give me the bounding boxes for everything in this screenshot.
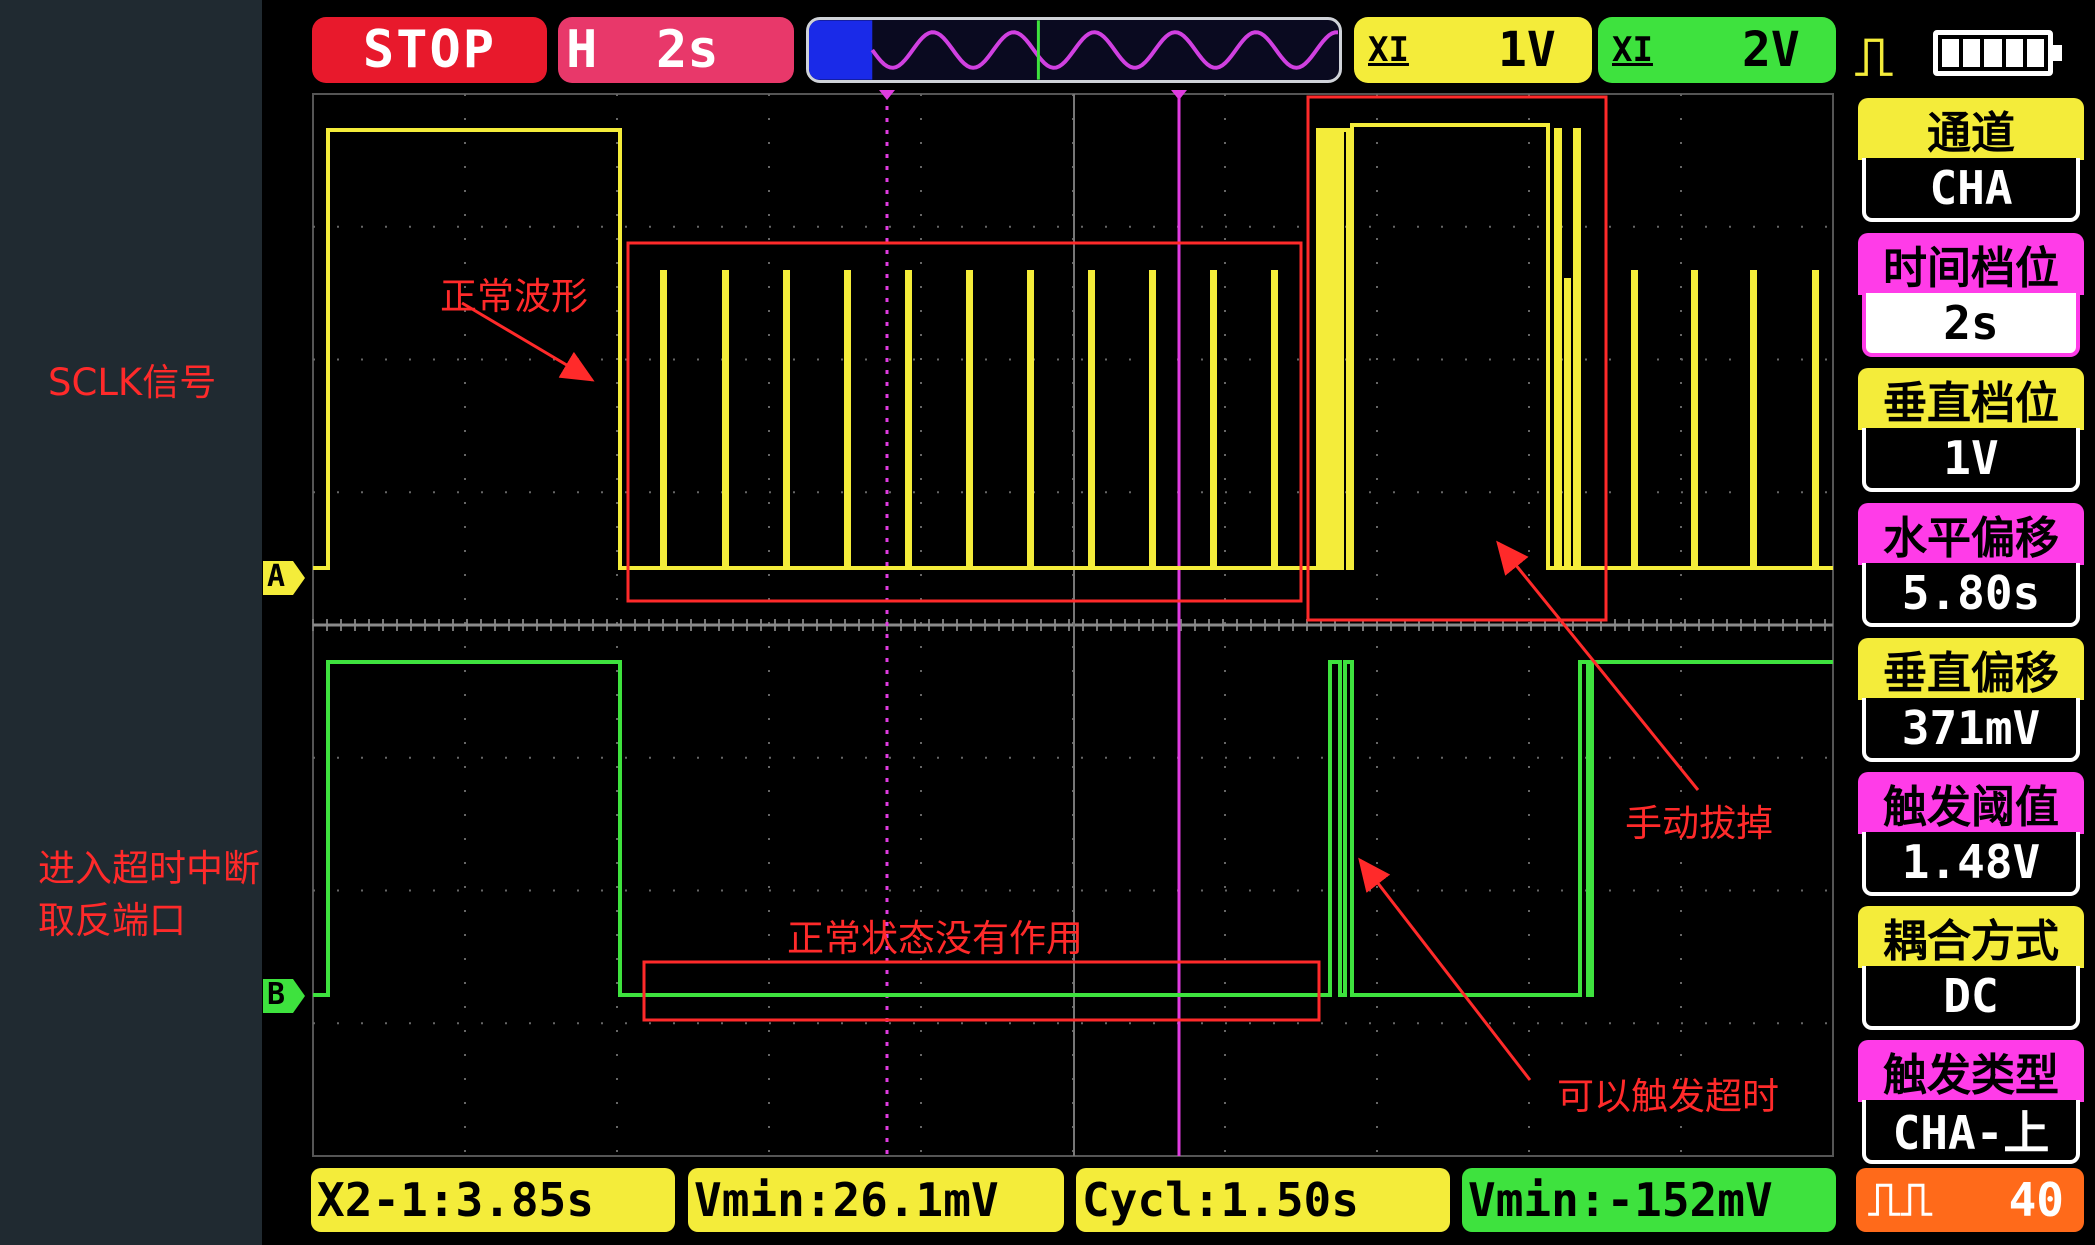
side-menu-item-2[interactable]: 垂直档位 1V [1858, 368, 2084, 495]
box-no-effect [642, 960, 1321, 1022]
side-menu-value: DC [1862, 966, 2080, 1030]
annotation-normal-waveform: 正常波形 [440, 275, 588, 318]
channel-a-marker[interactable]: A [263, 559, 307, 595]
pulse-icon: ⎍⎍ [1868, 1172, 1933, 1226]
side-menu-value: CHA [1862, 158, 2080, 222]
side-menu-label: 时间档位 [1858, 233, 2084, 295]
side-menu-label: 通道 [1858, 98, 2084, 160]
side-menu-item-7[interactable]: 触发类型 CHA-上 [1858, 1040, 2084, 1167]
side-menu-item-3[interactable]: 水平偏移 5.80s [1858, 503, 2084, 630]
side-menu-value: 5.80s [1862, 563, 2080, 627]
side-menu-value: 371mV [1862, 698, 2080, 762]
side-menu-label: 触发阈值 [1858, 772, 2084, 834]
side-menu-label: 触发类型 [1858, 1040, 2084, 1102]
side-menu-label: 垂直档位 [1858, 368, 2084, 430]
side-menu-item-0[interactable]: 通道 CHA [1858, 98, 2084, 225]
side-menu-item-4[interactable]: 垂直偏移 371mV [1858, 638, 2084, 765]
annotation-manual-unplug: 手动拔掉 [1625, 802, 1773, 845]
side-menu-item-5[interactable]: 触发阈值 1.48V [1858, 772, 2084, 899]
annotation-no-effect: 正常状态没有作用 [787, 917, 1083, 960]
side-menu-value: 1.48V [1862, 832, 2080, 896]
annotation-trigger-timeout: 可以触发超时 [1557, 1075, 1779, 1118]
side-menu-value: 1V [1862, 428, 2080, 492]
measure-cursor-delta[interactable]: X2-1:3.85s [311, 1168, 675, 1232]
side-menu-item-6[interactable]: 耦合方式 DC [1858, 906, 2084, 1033]
pulse-count: 40 [2008, 1173, 2064, 1227]
side-menu-item-1[interactable]: 时间档位 2s [1858, 233, 2084, 360]
measure-vmin-a[interactable]: Vmin:26.1mV [688, 1168, 1064, 1232]
channel-b-marker[interactable]: B [263, 977, 307, 1013]
measure-vmin-b[interactable]: Vmin:-152mV [1462, 1168, 1836, 1232]
arrow-trigger-timeout [1358, 857, 1532, 1081]
side-menu-value: 2s [1862, 293, 2080, 357]
arrow-unplug [1496, 540, 1700, 791]
waveform-plot [312, 90, 1834, 1157]
measure-cycle[interactable]: Cycl:1.50s [1076, 1168, 1450, 1232]
side-menu-label: 水平偏移 [1858, 503, 2084, 565]
side-menu-value: CHA-上 [1862, 1100, 2080, 1164]
side-menu-label: 垂直偏移 [1858, 638, 2084, 700]
pulse-counter[interactable]: ⎍⎍ 40 [1856, 1168, 2084, 1232]
side-menu-label: 耦合方式 [1858, 906, 2084, 968]
